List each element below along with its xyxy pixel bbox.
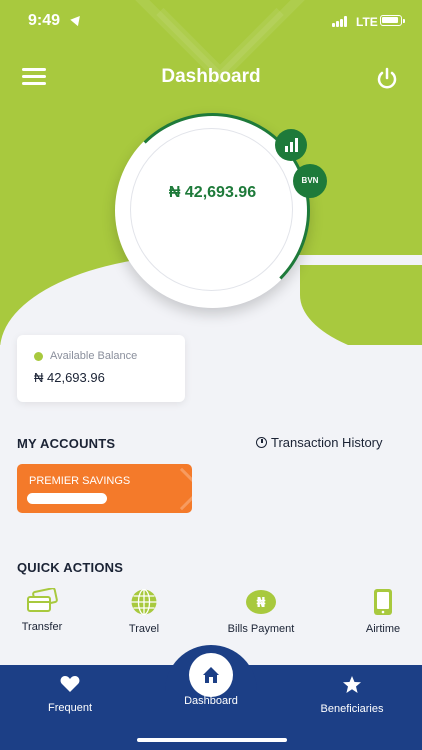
quick-action-label: Travel [128,623,160,635]
account-card-premier-savings[interactable]: PREMIER SAVINGS [17,464,192,513]
tab-dashboard[interactable]: Dashboard [156,691,266,707]
transaction-history-label: Transaction History [271,435,383,450]
power-icon[interactable] [374,66,400,92]
account-name: PREMIER SAVINGS [29,475,131,487]
tab-label: Frequent [47,702,93,714]
quick-action-bills-payment[interactable]: ₦ Bills Payment [221,588,301,635]
balance-circle-inner [130,128,293,291]
status-time: 9:49 [28,12,61,29]
home-indicator [137,738,287,742]
bvn-button[interactable]: BVN [293,164,327,198]
quick-action-transfer[interactable]: Transfer [2,588,82,633]
svg-text:₦: ₦ [256,596,265,611]
account-number-mask [27,493,107,504]
network-type: LTE [356,15,378,29]
bar-chart-icon [285,138,298,152]
quick-actions-title: QUICK ACTIONS [17,560,124,575]
phone-icon [374,589,392,615]
quick-action-label: Transfer [21,621,63,633]
battery-tip [403,19,405,23]
quick-action-label: Bills Payment [227,623,295,635]
signal-icon [332,16,350,27]
tab-label: Dashboard [184,695,238,707]
tab-beneficiaries[interactable]: Beneficiaries [297,675,407,715]
my-accounts-title: MY ACCOUNTS [17,436,116,451]
status-dot [34,352,43,361]
tab-frequent[interactable]: Frequent [15,675,125,714]
balance-amount: ₦ 42,693.96 [168,184,257,201]
stats-button[interactable] [275,129,307,161]
star-icon [343,676,361,693]
location-arrow-icon [70,12,84,27]
heart-icon [60,676,80,692]
transaction-history-link[interactable]: Transaction History [256,435,383,450]
quick-action-airtime[interactable]: Airtime [343,588,422,635]
clock-icon [256,437,267,448]
status-bar: 9:49 LTE [0,10,422,34]
quick-action-travel[interactable]: Travel [104,588,184,635]
battery-icon [380,15,402,26]
globe-icon [131,588,157,616]
available-balance-value: ₦ 42,693.96 [34,370,105,385]
naira-coin-icon: ₦ [246,590,276,614]
available-balance-card: Available Balance ₦ 42,693.96 [17,335,185,402]
available-balance-label: Available Balance [50,350,138,362]
quick-action-label: Airtime [365,623,401,635]
decorative-chevron [160,467,192,511]
dashboard-screen: 9:49 LTE Dashboard ₦ 42,693.96 BVN Avail [0,0,422,750]
page-title: Dashboard [161,66,261,87]
tab-label: Beneficiaries [320,703,384,715]
card-transfer-icon [27,588,58,612]
